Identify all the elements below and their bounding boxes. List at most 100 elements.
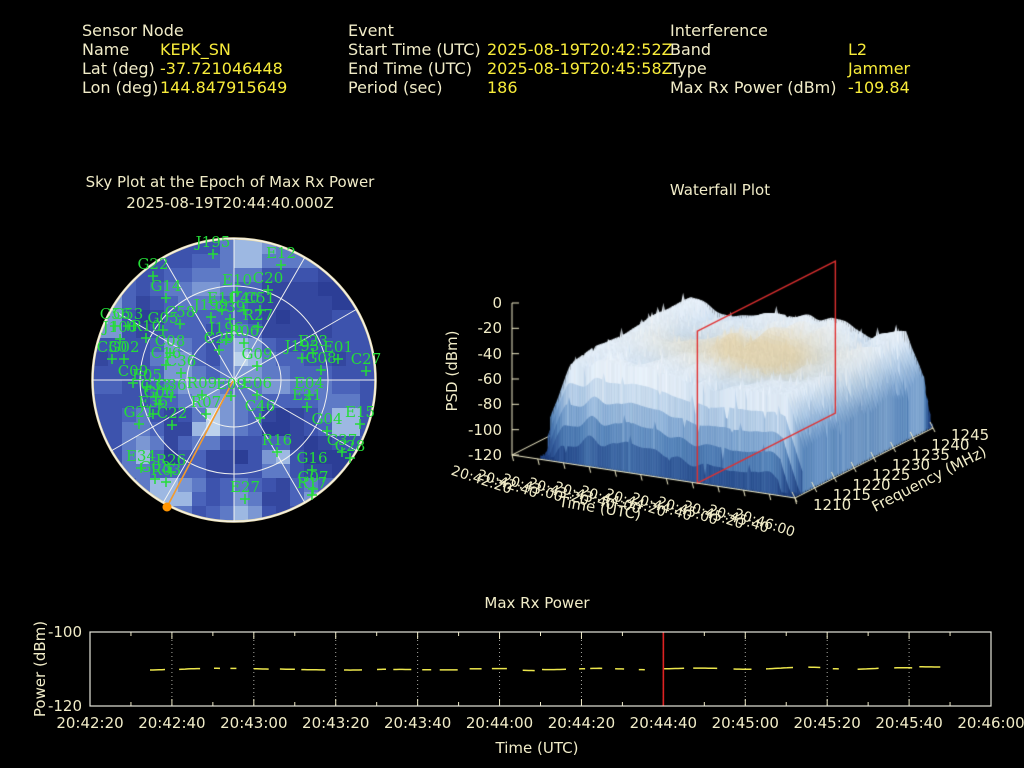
satellite-label: G04 [311,410,342,428]
bottom-plot [89,631,992,707]
field-value: -37.721046448 [160,59,283,78]
sky-heatmap-tile [220,506,234,520]
sky-heatmap-tile [276,380,290,394]
sky-heatmap-tile [346,324,360,338]
x-tick-label: 20:43:20 [302,714,370,732]
sky-heatmap-tile [206,268,220,282]
satellite-label: C22 [157,404,188,422]
sky-heatmap-tile [220,422,234,436]
field-value: 2025-08-19T20:45:58Z [487,59,673,78]
sky-heatmap-tile [220,408,234,422]
psd-tick-label: -120 [467,446,502,464]
field-value: Jammer [848,59,911,78]
power-series-line [663,667,685,670]
satellite-label: C29 [204,329,235,347]
sky-heatmap-tile [248,254,262,268]
sky-plot-title-line1: Sky Plot at the Epoch of Max Rx Power [85,173,375,191]
panel-title: Event [348,21,394,40]
sky-heatmap-tile [332,324,346,338]
power-series-line [179,667,201,671]
sky-heatmap-tile [234,422,248,436]
sky-heatmap-tile [248,520,262,522]
field-value: 144.847915649 [160,78,288,97]
sky-heatmap-tile [108,394,122,408]
sky-heatmap-tile [374,394,376,408]
sky-heatmap-tile [192,492,206,506]
sky-heatmap-tile [262,478,276,492]
field-label: Max Rx Power (dBm) [670,78,837,97]
sky-heatmap-tile [332,366,346,380]
interference-panel: Interference Band L2 Type Jammer Max Rx Po… [670,21,910,97]
bottom-time-axis-label: Time (UTC) [495,739,579,757]
satellite-label: C36 [166,352,197,370]
sky-heatmap-tile [220,254,234,268]
sky-heatmap-tile [374,408,376,422]
satellite-label: C51 [245,289,276,307]
sky-heatmap-tile [304,436,318,450]
satellite-label: E15 [345,403,375,421]
sky-heatmap-tile [346,366,360,380]
sky-heatmap-tile [262,520,276,522]
sky-heatmap-tile [234,506,248,520]
field-label: Type [670,59,707,78]
power-series-line [765,666,794,670]
sky-heatmap-tile [276,408,290,422]
field-label: End Time (UTC) [348,59,472,78]
sky-heatmap-tile [332,394,346,408]
sky-heatmap-tile [122,422,136,436]
sky-heatmap-tile [178,492,192,506]
sky-heatmap-tile [276,478,290,492]
sky-heatmap-tile [346,380,360,394]
sky-heatmap-tile [290,296,304,310]
sky-heatmap-tile [206,450,220,464]
sky-heatmap-tile [164,422,178,436]
sky-heatmap-tile [332,380,346,394]
sky-heatmap-tile [206,436,220,450]
sky-heatmap-tile [178,422,192,436]
satellite-label: E27 [230,478,260,496]
x-tick-label: 20:46:00 [957,714,1024,732]
field-label: Lon (deg) [82,78,159,97]
sky-heatmap-tile [192,478,206,492]
satellite-label: G21 [123,403,154,421]
sky-heatmap-tile [276,310,290,324]
sky-heatmap-tile [92,338,94,352]
panel-title: Sensor Node [82,21,184,40]
satellite-label: E06 [242,374,272,392]
sky-heatmap-tile [108,380,122,394]
psd-tick-label: -40 [477,344,503,363]
x-tick-label: 20:42:20 [56,714,124,732]
field-label: Band [670,40,712,59]
sky-heatmap-tile [290,282,304,296]
x-tick-label: 20:42:40 [138,714,206,732]
field-label: Name [82,40,130,59]
sky-heatmap-tile [192,254,206,268]
sky-heatmap-tile [234,450,248,464]
sky-heatmap-tile [206,464,220,478]
sky-heatmap-tile [94,380,108,394]
sky-heatmap-tile [234,464,248,478]
satellite-label: R17 [297,474,327,492]
y-tick-label: -100 [47,623,82,641]
sky-heatmap-tile [360,366,374,380]
y-tick-label: -120 [47,697,82,715]
sky-heatmap-tile [206,520,220,522]
panel-title: Interference [670,21,768,40]
field-value: 2025-08-19T20:42:52Z [487,40,673,59]
field-label: Lat (deg) [82,59,155,78]
power-series-line [857,667,879,670]
psd-tick-label: -100 [467,420,502,439]
sky-heatmap-tile [94,366,108,380]
sky-heatmap-tile [178,436,192,450]
sky-heatmap-tile [262,464,276,478]
sensor-node-panel: Sensor Node Name KEPK_SN Lat (deg) -37.721… [82,21,287,97]
sky-heatmap-tile [192,464,206,478]
sky-heatmap-tile [276,366,290,380]
sky-heatmap-tile [234,254,248,268]
field-label: Start Time (UTC) [348,40,481,59]
sky-heatmap-tile [92,352,94,366]
field-label: Period (sec) [348,78,443,97]
x-tick-label: 20:45:40 [875,714,943,732]
sky-plot-title-line2: 2025-08-19T20:44:40.000Z [126,194,334,212]
bearing-point-icon [162,502,172,512]
